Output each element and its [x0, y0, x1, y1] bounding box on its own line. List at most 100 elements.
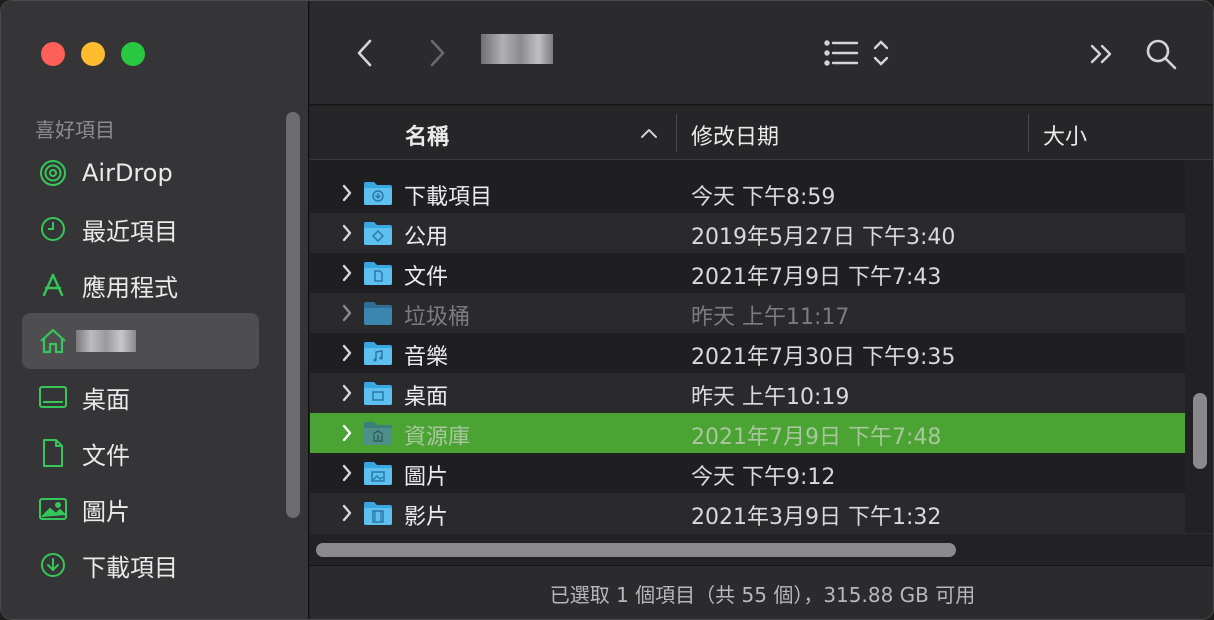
back-button[interactable]: [350, 35, 380, 71]
double-chevron-right-icon: [1090, 44, 1112, 64]
file-date: 2021年7月9日 下午7:48: [691, 425, 942, 450]
forward-button[interactable]: [422, 35, 452, 71]
airdrop-icon: [38, 158, 68, 188]
desktop-folder-icon: [363, 380, 393, 410]
file-name: 垃圾桶: [404, 305, 471, 330]
disclosure-triangle-icon[interactable]: [340, 382, 354, 408]
chevron-left-icon: [357, 39, 372, 67]
close-window-button[interactable]: [41, 42, 65, 66]
disclosure-triangle-icon[interactable]: [340, 342, 354, 368]
column-divider[interactable]: [676, 114, 677, 152]
desktop-icon: [38, 382, 68, 412]
sidebar-item-label: 桌面: [82, 385, 130, 414]
view-options-button[interactable]: [822, 37, 894, 69]
column-divider[interactable]: [1028, 114, 1029, 152]
table-row[interactable]: 圖片 今天 下午9:12: [310, 453, 1185, 493]
zoom-window-button[interactable]: [121, 42, 145, 66]
file-date: 2021年7月9日 下午7:43: [691, 265, 942, 290]
column-name-header[interactable]: 名稱: [405, 119, 449, 151]
sidebar-item-applications[interactable]: 應用程式: [22, 257, 259, 313]
file-name: 下載項目: [404, 185, 493, 210]
music-folder-icon: [363, 340, 393, 370]
file-name: 圖片: [404, 465, 449, 490]
sidebar-item-home[interactable]: [22, 313, 259, 369]
horizontal-scrollbar-thumb[interactable]: [316, 543, 956, 557]
home-icon: [38, 326, 68, 356]
minimize-window-button[interactable]: [81, 42, 105, 66]
file-name: 公用: [404, 225, 449, 250]
file-date: 2021年7月30日 下午9:35: [691, 345, 956, 370]
sidebar-item-documents[interactable]: 文件: [22, 425, 259, 481]
trash-folder-icon: [363, 300, 393, 330]
column-header: 名稱 修改日期 大小: [310, 106, 1213, 160]
table-row-selected[interactable]: 資源庫 2021年7月9日 下午7:48: [310, 413, 1185, 453]
disclosure-triangle-icon[interactable]: [340, 462, 354, 488]
chevron-right-icon: [430, 39, 445, 67]
sidebar-item-desktop[interactable]: 桌面: [22, 369, 259, 425]
sidebar-item-label: 最近項目: [82, 217, 178, 246]
download-icon: [38, 550, 68, 580]
file-date: 昨天 上午10:19: [691, 385, 850, 410]
home-folder-name-redacted: [76, 330, 136, 352]
pictures-folder-icon: [363, 460, 393, 490]
document-icon: [38, 438, 68, 468]
sidebar-list: AirDrop 最近項目 應用程式 桌面 文件 圖片 下載項目: [22, 145, 259, 593]
status-text: 已選取 1 個項目（共 55 個），315.88 GB 可用: [549, 583, 976, 607]
applications-icon: [38, 270, 68, 300]
vertical-scrollbar-thumb[interactable]: [1193, 393, 1207, 469]
sidebar-item-airdrop[interactable]: AirDrop: [22, 145, 259, 201]
sidebar-item-pictures[interactable]: 圖片: [22, 481, 259, 537]
column-size-header[interactable]: 大小: [1043, 119, 1087, 151]
horizontal-scroll-track[interactable]: [310, 533, 1213, 565]
column-date-header[interactable]: 修改日期: [691, 119, 779, 151]
disclosure-triangle-icon[interactable]: [340, 182, 354, 208]
sidebar-item-label: 應用程式: [82, 273, 178, 302]
table-row[interactable]: 音樂 2021年7月30日 下午9:35: [310, 333, 1185, 373]
file-name: 文件: [404, 265, 449, 290]
file-date: 2021年3月9日 下午1:32: [691, 505, 942, 530]
table-row[interactable]: 下載項目 今天 下午8:59: [310, 173, 1185, 213]
more-toolbar-button[interactable]: [1086, 39, 1116, 69]
disclosure-triangle-icon[interactable]: [340, 262, 354, 288]
favorites-section-label: 喜好項目: [35, 118, 115, 142]
sidebar-item-downloads[interactable]: 下載項目: [22, 537, 259, 593]
sidebar-item-label: 下載項目: [82, 553, 178, 582]
file-date: 2019年5月27日 下午3:40: [691, 225, 956, 250]
sidebar-item-recents[interactable]: 最近項目: [22, 201, 259, 257]
movies-folder-icon: [363, 500, 393, 530]
table-row[interactable]: 公用 2019年5月27日 下午3:40: [310, 213, 1185, 253]
file-name: 資源庫: [404, 425, 471, 450]
pictures-icon: [38, 494, 68, 524]
file-date: 今天 下午9:12: [691, 465, 836, 490]
disclosure-triangle-icon[interactable]: [340, 422, 354, 448]
file-list: 下載項目 今天 下午8:59 公用 2019年5月27日 下午3:40 文件 2…: [310, 161, 1185, 533]
file-name: 影片: [404, 505, 449, 530]
sidebar-scrollbar[interactable]: [286, 112, 300, 518]
vertical-scroll-track[interactable]: [1185, 161, 1213, 533]
downloads-folder-icon: [363, 180, 393, 210]
finder-window: 喜好項目 AirDrop 最近項目 應用程式 桌面 文件 圖片 下載項目 名稱 …: [0, 0, 1214, 620]
sidebar-item-label: AirDrop: [82, 159, 173, 187]
file-name: 桌面: [404, 385, 449, 410]
table-row[interactable]: 垃圾桶 昨天 上午11:17: [310, 293, 1185, 333]
library-folder-icon: [363, 420, 393, 450]
table-row[interactable]: 文件 2021年7月9日 下午7:43: [310, 253, 1185, 293]
sidebar: 喜好項目 AirDrop 最近項目 應用程式 桌面 文件 圖片 下載項目: [1, 1, 309, 619]
disclosure-triangle-icon[interactable]: [340, 222, 354, 248]
disclosure-triangle-icon[interactable]: [340, 302, 354, 328]
file-date: 昨天 上午11:17: [691, 305, 850, 330]
file-name: 音樂: [404, 345, 449, 370]
public-folder-icon: [363, 220, 393, 250]
search-button[interactable]: [1144, 37, 1178, 71]
sidebar-item-label: 圖片: [82, 497, 130, 526]
sidebar-item-label: 文件: [82, 441, 130, 470]
toolbar: [310, 1, 1213, 105]
sort-ascending-icon: [640, 124, 658, 143]
search-icon: [1146, 39, 1177, 70]
table-row[interactable]: 桌面 昨天 上午10:19: [310, 373, 1185, 413]
disclosure-triangle-icon[interactable]: [340, 502, 354, 528]
window-title-redacted: [481, 34, 553, 64]
documents-folder-icon: [363, 260, 393, 290]
table-row[interactable]: 影片 2021年3月9日 下午1:32: [310, 493, 1185, 533]
list-view-icon: [824, 40, 889, 66]
